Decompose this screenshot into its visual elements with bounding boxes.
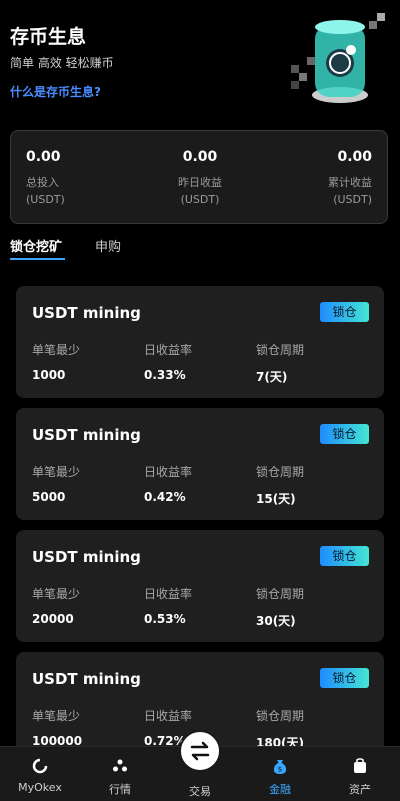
column-label: 日收益率 xyxy=(144,343,193,357)
daily-rate-value: 0.53% xyxy=(144,612,186,626)
lock-badge[interactable]: 锁仓 xyxy=(320,668,369,688)
min-amount-column: 单笔最少 100000 xyxy=(32,707,82,748)
wallet-bag-icon xyxy=(354,758,366,773)
column-label: 单笔最少 xyxy=(32,465,81,479)
product-title: USDT mining xyxy=(32,548,141,566)
column-label: 锁仓周期 xyxy=(256,465,305,479)
nav-trade[interactable]: 交易 xyxy=(160,730,240,801)
daily-rate-column: 日收益率 0.33% xyxy=(144,341,192,382)
column-label: 单笔最少 xyxy=(32,587,81,601)
column-label: 日收益率 xyxy=(144,587,193,601)
nav-market[interactable]: 行情 xyxy=(80,747,160,801)
nav-label: 交易 xyxy=(189,785,211,798)
trade-button[interactable] xyxy=(179,730,221,772)
money-bag-icon: $ xyxy=(273,760,287,774)
stat-unit: (USDT) xyxy=(333,193,372,206)
column-label: 锁仓周期 xyxy=(256,343,305,357)
nav-label: 行情 xyxy=(109,783,131,796)
stat-cumulative-earnings: 0.00 累计收益 (USDT) xyxy=(328,149,372,206)
daily-rate-value: 0.33% xyxy=(144,368,186,382)
min-amount-column: 单笔最少 5000 xyxy=(32,463,80,504)
stat-value: 0.00 xyxy=(182,149,218,165)
lock-period-column: 锁仓周期 15(天) xyxy=(256,463,304,507)
stat-label: 昨日收益 xyxy=(178,176,222,189)
stat-value: 0.00 xyxy=(26,149,61,165)
lock-period-column: 锁仓周期 180(天) xyxy=(256,707,304,751)
daily-rate-column: 日收益率 0.53% xyxy=(144,585,192,626)
tab-lock-mining[interactable]: 锁仓挖矿 xyxy=(10,236,62,255)
min-amount-value: 5000 xyxy=(32,490,66,504)
market-dots-icon xyxy=(113,759,127,772)
column-label: 日收益率 xyxy=(144,465,193,479)
swap-arrows-icon xyxy=(190,741,210,761)
product-title: USDT mining xyxy=(32,670,141,688)
lock-badge[interactable]: 锁仓 xyxy=(320,302,369,322)
lock-period-value: 15(天) xyxy=(256,492,296,506)
product-title: USDT mining xyxy=(32,304,141,322)
min-amount-value: 20000 xyxy=(32,612,74,626)
nav-assets[interactable]: 资产 xyxy=(320,747,400,801)
stat-label: 总投入 xyxy=(26,176,59,189)
column-label: 单笔最少 xyxy=(32,709,81,723)
nav-label: MyOkex xyxy=(18,781,62,794)
nav-label: 金融 xyxy=(269,783,291,796)
stats-panel: 0.00 总投入 (USDT) 0.00 昨日收益 (USDT) 0.00 累计… xyxy=(10,130,388,224)
lock-period-column: 锁仓周期 30(天) xyxy=(256,585,304,629)
stat-unit: (USDT) xyxy=(180,193,220,206)
stat-label: 累计收益 xyxy=(328,176,372,189)
stat-value: 0.00 xyxy=(337,149,372,165)
min-amount-value: 1000 xyxy=(32,368,66,382)
nav-finance[interactable]: $ 金融 xyxy=(240,747,320,801)
page-subtitle: 简单 高效 轻松赚币 xyxy=(10,56,114,70)
column-label: 日收益率 xyxy=(144,709,193,723)
hero-illustration xyxy=(291,13,385,103)
product-title: USDT mining xyxy=(32,426,141,444)
lock-period-value: 30(天) xyxy=(256,614,296,628)
bottom-nav: MyOkex 行情 交易 $ 金融 资产 xyxy=(0,730,400,801)
lock-badge[interactable]: 锁仓 xyxy=(320,546,369,566)
product-card[interactable]: USDT mining 锁仓 单笔最少 1000 日收益率 0.33% 锁仓周期… xyxy=(16,286,384,398)
svg-text:$: $ xyxy=(278,766,282,774)
product-card[interactable]: USDT mining 锁仓 单笔最少 5000 日收益率 0.42% 锁仓周期… xyxy=(16,408,384,520)
lock-period-column: 锁仓周期 7(天) xyxy=(256,341,304,385)
profile-ring-icon xyxy=(32,758,48,774)
lock-period-value: 7(天) xyxy=(256,370,288,384)
tab-subscribe[interactable]: 申购 xyxy=(95,236,121,255)
lock-badge[interactable]: 锁仓 xyxy=(320,424,369,444)
min-amount-column: 单笔最少 20000 xyxy=(32,585,80,626)
column-label: 单笔最少 xyxy=(32,343,81,357)
active-tab-indicator xyxy=(10,258,65,260)
min-amount-column: 单笔最少 1000 xyxy=(32,341,80,382)
nav-myokex[interactable]: MyOkex xyxy=(0,747,80,801)
page-title: 存币生息 xyxy=(10,26,87,48)
nav-label: 资产 xyxy=(349,783,371,796)
help-link[interactable]: 什么是存币生息? xyxy=(10,83,101,100)
stat-unit: (USDT) xyxy=(26,193,65,206)
column-label: 锁仓周期 xyxy=(256,587,305,601)
column-label: 锁仓周期 xyxy=(256,709,305,723)
page-header: 存币生息 简单 高效 轻松赚币 什么是存币生息? xyxy=(0,0,400,120)
stat-yesterday-earnings: 0.00 昨日收益 (USDT) xyxy=(151,149,249,206)
daily-rate-value: 0.42% xyxy=(144,490,186,504)
daily-rate-column: 日收益率 0.42% xyxy=(144,463,192,504)
product-card[interactable]: USDT mining 锁仓 单笔最少 20000 日收益率 0.53% 锁仓周… xyxy=(16,530,384,642)
stat-total-invested: 0.00 总投入 (USDT) xyxy=(26,149,65,206)
